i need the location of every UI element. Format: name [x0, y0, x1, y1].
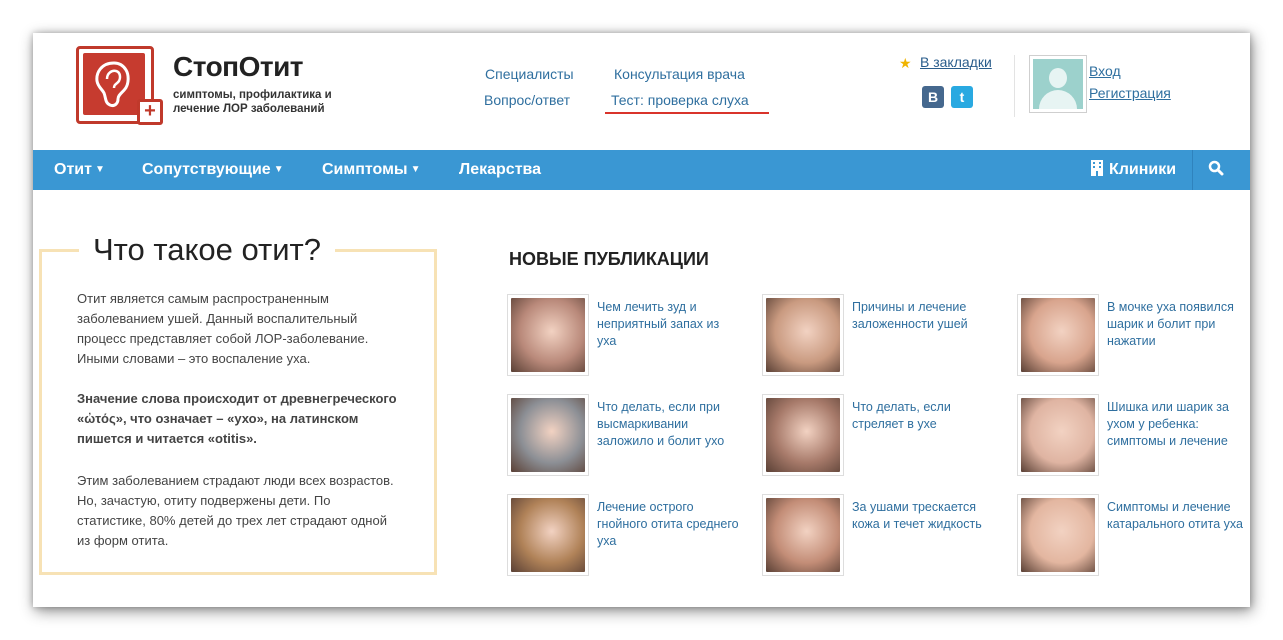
nav-divider	[1192, 150, 1193, 190]
publication-title[interactable]: Шишка или шарик за ухом у ребенка: симпт…	[1107, 399, 1250, 450]
publication-card[interactable]: Лечение острого гнойного отита среднего …	[507, 494, 747, 576]
link-consultation[interactable]: Консультация врача	[614, 66, 745, 82]
publication-image	[1021, 498, 1095, 572]
star-icon: ★	[899, 55, 912, 71]
main-nav: Отит ▼ Сопутствующие ▼ Симптомы ▼ Лекарства…	[33, 150, 1250, 190]
publication-image	[1021, 298, 1095, 372]
highlight-underline	[605, 112, 769, 114]
publication-thumbnail[interactable]	[762, 494, 844, 576]
site-title[interactable]: СтопОтит	[173, 51, 304, 83]
login-link[interactable]: Вход	[1089, 63, 1121, 79]
twitter-icon[interactable]: t	[951, 86, 973, 108]
register-link[interactable]: Регистрация	[1089, 85, 1171, 101]
building-icon	[1090, 152, 1104, 192]
caret-down-icon: ▼	[410, 164, 421, 175]
nav-item-label: Симптомы	[322, 161, 408, 178]
publication-title[interactable]: В мочке уха появился шарик и болит при н…	[1107, 299, 1250, 350]
nav-item-otit[interactable]: Отит ▼	[54, 150, 105, 190]
publication-card[interactable]: Шишка или шарик за ухом у ребенка: симпт…	[1017, 394, 1250, 476]
nav-item-symptoms[interactable]: Симптомы ▼	[322, 150, 420, 190]
publication-image	[511, 498, 585, 572]
publication-title[interactable]: За ушами трескается кожа и течет жидкост…	[852, 499, 997, 533]
nav-item-label: Лекарства	[459, 161, 542, 178]
publication-card[interactable]: Симптомы и лечение катарального отита ух…	[1017, 494, 1250, 576]
caret-down-icon: ▼	[273, 164, 284, 175]
publication-card[interactable]: Чем лечить зуд и неприятный запах из уха	[507, 294, 747, 376]
info-box-title: Что такое отит?	[79, 232, 335, 268]
info-paragraph: Этим заболеванием страдают люди всех воз…	[77, 473, 394, 548]
user-placeholder-icon	[1033, 59, 1083, 109]
publication-title[interactable]: Что делать, если при высмаркивании залож…	[597, 399, 742, 450]
nav-item-label: Сопутствующие	[142, 161, 271, 178]
publication-thumbnail[interactable]	[762, 294, 844, 376]
publication-thumbnail[interactable]	[1017, 394, 1099, 476]
plus-icon: +	[137, 99, 163, 125]
publication-image	[511, 298, 585, 372]
publication-card[interactable]: За ушами трескается кожа и течет жидкост…	[762, 494, 1002, 576]
publication-thumbnail[interactable]	[1017, 494, 1099, 576]
info-paragraph-bold: Значение слова происходит от древнегрече…	[77, 391, 397, 446]
vk-icon[interactable]: B	[922, 86, 944, 108]
info-paragraph: Отит является самым распространенным заб…	[77, 291, 369, 366]
publication-image	[766, 298, 840, 372]
publication-title[interactable]: Лечение острого гнойного отита среднего …	[597, 499, 742, 550]
site-logo[interactable]: +	[76, 46, 163, 125]
publication-thumbnail[interactable]	[507, 294, 589, 376]
ear-icon	[83, 53, 145, 115]
publication-title[interactable]: Что делать, если стреляет в ухе	[852, 399, 997, 433]
publication-image	[1021, 398, 1095, 472]
link-specialists[interactable]: Специалисты	[485, 66, 574, 82]
link-hearing-test[interactable]: Тест: проверка слуха	[611, 92, 749, 108]
publication-card[interactable]: Что делать, если стреляет в ухе	[762, 394, 1002, 476]
browser-page: + СтопОтит симптомы, профилактика и лече…	[33, 33, 1250, 607]
publication-thumbnail[interactable]	[507, 494, 589, 576]
nav-item-clinics[interactable]: Клиники	[1090, 150, 1176, 190]
nav-item-label: Клиники	[1109, 161, 1177, 178]
publication-image	[511, 398, 585, 472]
publications-heading: НОВЫЕ ПУБЛИКАЦИИ	[509, 249, 709, 269]
search-button[interactable]	[1208, 150, 1224, 190]
publication-title[interactable]: Причины и лечение заложенности ушей	[852, 299, 997, 333]
nav-item-related[interactable]: Сопутствующие ▼	[142, 150, 284, 190]
bookmarks-link[interactable]: В закладки	[920, 54, 992, 70]
publication-card[interactable]: Причины и лечение заложенности ушей	[762, 294, 1002, 376]
nav-item-medicines[interactable]: Лекарства	[459, 150, 541, 190]
publication-thumbnail[interactable]	[1017, 294, 1099, 376]
avatar[interactable]	[1029, 55, 1087, 113]
link-qa[interactable]: Вопрос/ответ	[484, 92, 570, 108]
search-icon	[1208, 152, 1224, 192]
site-tagline: симптомы, профилактика и лечение ЛОР заб…	[173, 89, 332, 115]
publication-thumbnail[interactable]	[762, 394, 844, 476]
publication-card[interactable]: В мочке уха появился шарик и болит при н…	[1017, 294, 1250, 376]
header-divider	[1014, 55, 1015, 117]
publication-thumbnail[interactable]	[507, 394, 589, 476]
publication-card[interactable]: Что делать, если при высмаркивании залож…	[507, 394, 747, 476]
caret-down-icon: ▼	[94, 164, 105, 175]
publication-image	[766, 398, 840, 472]
publication-image	[766, 498, 840, 572]
publication-title[interactable]: Симптомы и лечение катарального отита ух…	[1107, 499, 1250, 533]
nav-item-label: Отит	[54, 161, 92, 178]
publication-title[interactable]: Чем лечить зуд и неприятный запах из уха	[597, 299, 742, 350]
